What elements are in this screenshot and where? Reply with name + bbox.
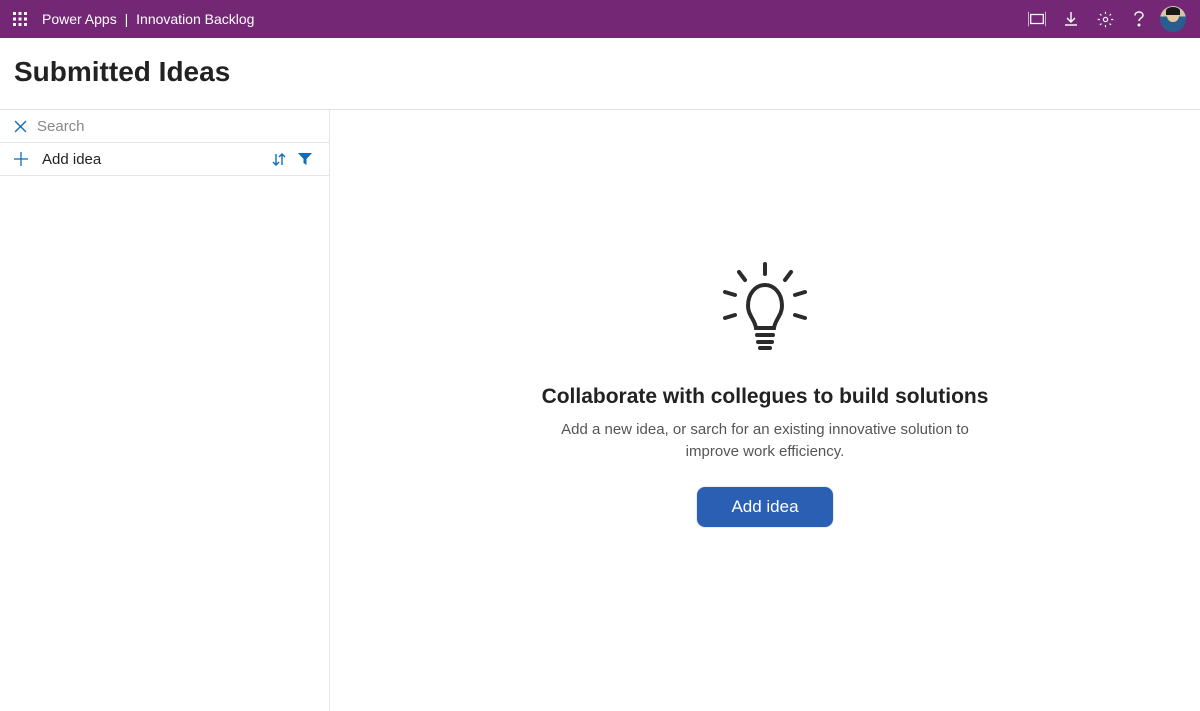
add-idea-button[interactable]: Add idea <box>697 487 832 527</box>
gear-icon[interactable] <box>1088 2 1122 36</box>
download-icon[interactable] <box>1054 2 1088 36</box>
page-title: Submitted Ideas <box>14 56 1186 88</box>
page-header: Submitted Ideas <box>0 38 1200 109</box>
empty-state-title: Collaborate with collegues to build solu… <box>542 385 989 409</box>
app-launcher-icon[interactable] <box>8 7 32 31</box>
add-idea-label[interactable]: Add idea <box>42 151 263 168</box>
content: Add idea <box>0 109 1200 711</box>
main-panel: Collaborate with collegues to build solu… <box>330 110 1200 711</box>
help-icon[interactable] <box>1122 2 1156 36</box>
sort-icon[interactable] <box>269 149 289 169</box>
search-row <box>0 110 329 143</box>
product-name: Power Apps <box>42 11 117 27</box>
topbar-title: Power Apps | Innovation Backlog <box>42 11 254 27</box>
top-bar: Power Apps | Innovation Backlog <box>0 0 1200 38</box>
clear-icon[interactable] <box>14 120 27 133</box>
topbar-divider: | <box>125 11 129 27</box>
search-input[interactable] <box>37 118 315 135</box>
app-name: Innovation Backlog <box>136 11 254 27</box>
filter-icon[interactable] <box>295 149 315 169</box>
avatar[interactable] <box>1160 6 1186 32</box>
lightbulb-icon <box>715 260 815 365</box>
sidebar: Add idea <box>0 110 330 711</box>
fit-to-window-icon[interactable] <box>1020 2 1054 36</box>
add-idea-row: Add idea <box>0 143 329 176</box>
empty-state-subtitle: Add a new idea, or sarch for an existing… <box>555 419 975 463</box>
plus-icon[interactable] <box>14 152 28 166</box>
